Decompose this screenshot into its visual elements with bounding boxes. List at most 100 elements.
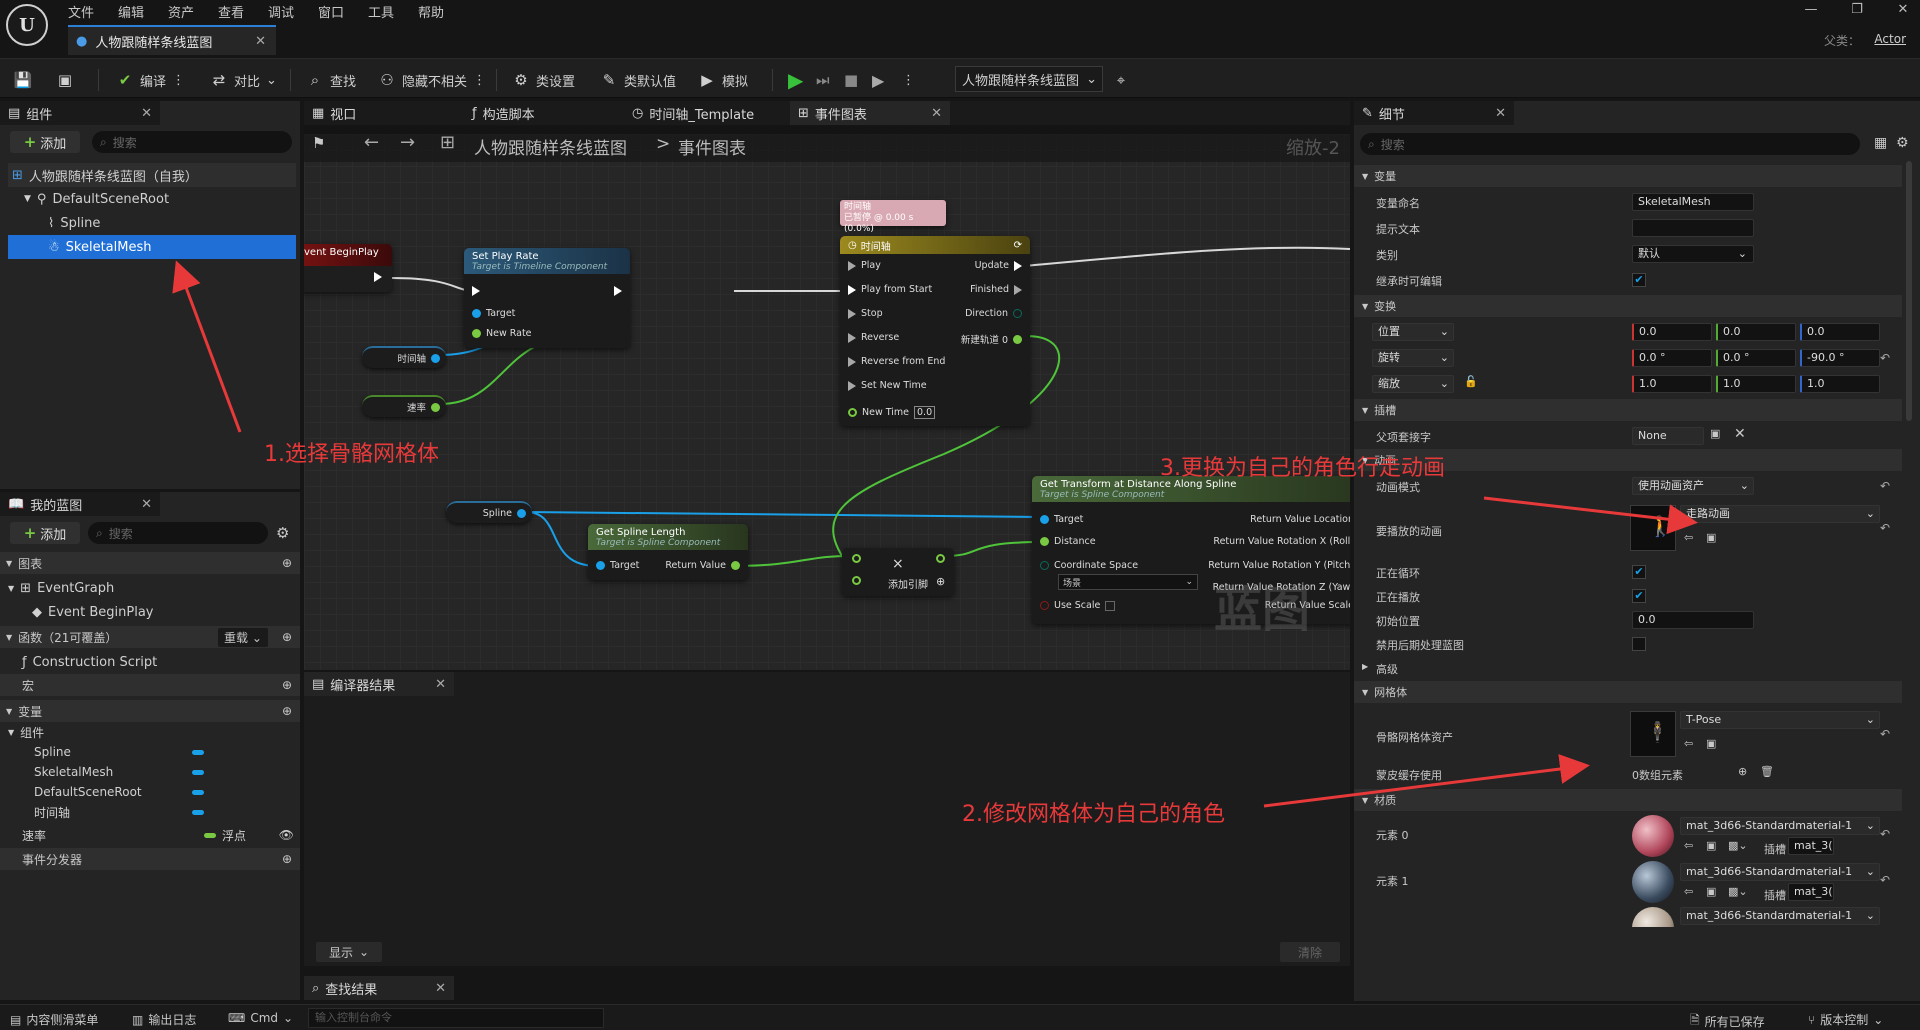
hide-unrelated-button[interactable]: ⚇ 隐藏不相关 ⋮ [378, 68, 486, 92]
debug-object-dropdown[interactable]: 人物跟随样条线蓝图 ⌄ [955, 66, 1103, 92]
close-tab-icon[interactable]: ✕ [435, 981, 446, 996]
reset-arrow-icon[interactable]: ↶ [1880, 727, 1890, 741]
add-pin-label[interactable]: 添加引脚 [888, 576, 928, 591]
cmd-dropdown[interactable]: ⌨ Cmd ⌄ [228, 1011, 293, 1025]
close-tab-icon[interactable]: ✕ [141, 497, 152, 512]
reverse-pin[interactable]: Reverse [848, 332, 899, 343]
play-from-start-pin[interactable]: Play from Start [848, 284, 932, 295]
distance-pin[interactable]: Distance [1040, 536, 1096, 547]
material-thumbnail[interactable] [1632, 861, 1674, 903]
speed-variable-item[interactable]: 速率 浮点 👁 [22, 825, 294, 845]
variable-section-header[interactable]: ▼ 变量 [1354, 165, 1902, 187]
add-pin-icon[interactable]: ⊕ [936, 575, 945, 588]
use-scale-checkbox[interactable] [1105, 600, 1116, 611]
lock-icon[interactable]: 🔓 [1464, 375, 1478, 388]
table-view-icon[interactable]: ▦ [1874, 135, 1887, 151]
set-play-rate-node[interactable]: Set Play Rate Target is Timeline Compone… [464, 248, 630, 348]
add-function-icon[interactable]: ⊕ [282, 630, 292, 644]
timeline-node[interactable]: ◷ 时间轴 ⟳ Play Play from Start Stop Reverse … [840, 236, 1030, 426]
location-x-input[interactable]: 0.0 [1632, 323, 1712, 341]
dispatchers-section-header[interactable]: 事件分发器 ⊕ [0, 848, 300, 870]
play-options-button[interactable]: ⋮ [902, 68, 915, 92]
menu-window[interactable]: 窗口 [318, 2, 344, 21]
details-search-input[interactable]: ⌕ 搜索 [1360, 133, 1860, 155]
trash-icon[interactable]: 🗑 [1760, 765, 1774, 778]
menu-edit[interactable]: 编辑 [118, 2, 144, 21]
disable-post-process-checkbox[interactable] [1632, 637, 1646, 651]
minimize-icon[interactable]: — [1800, 2, 1822, 20]
add-element-icon[interactable]: ⊕ [1738, 765, 1747, 778]
material-dropdown[interactable]: mat_3d66-Standardmaterial-1 ⌄ [1680, 863, 1880, 881]
material-thumbnail[interactable] [1632, 907, 1674, 927]
add-component-button[interactable]: + 添加 [10, 131, 80, 153]
checker-icon[interactable]: ▩⌄ [1728, 839, 1748, 852]
material-dropdown[interactable]: mat_3d66-Standardmaterial-1 ⌄ [1680, 907, 1880, 925]
scale-x-input[interactable]: 1.0 [1632, 375, 1712, 393]
add-macro-icon[interactable]: ⊕ [282, 678, 292, 692]
my-blueprint-search-input[interactable]: ⌕ 搜索 [88, 522, 268, 544]
exec-out-pin[interactable] [614, 286, 622, 296]
content-drawer-button[interactable]: ▤ 内容侧滑菜单 [10, 1011, 98, 1028]
browse-icon[interactable]: ▣ [1706, 885, 1716, 898]
diff-button[interactable]: ⇄ 对比 ⌄ [210, 68, 277, 92]
use-scale-pin[interactable]: Use Scale [1040, 600, 1116, 611]
scale-mode-dropdown[interactable]: 缩放 ⌄ [1372, 375, 1454, 393]
target-pin[interactable]: Target [1040, 514, 1083, 525]
slot-name-input[interactable]: mat_3( [1788, 883, 1834, 901]
close-window-icon[interactable]: ✕ [1892, 2, 1914, 20]
compile-button[interactable]: ✔ 编译 ⋮ [116, 68, 185, 92]
sockets-section-header[interactable]: ▼ 插槽 [1354, 399, 1902, 421]
menu-file[interactable]: 文件 [68, 2, 94, 21]
use-selected-icon[interactable]: ⇦ [1684, 839, 1693, 852]
tooltip-input[interactable] [1632, 219, 1754, 237]
transform-section-header[interactable]: ▼ 变换 [1354, 295, 1902, 317]
exec-out-pin[interactable] [374, 272, 382, 282]
scale-y-input[interactable]: 1.0 [1716, 375, 1796, 393]
location-mode-dropdown[interactable]: 位置 ⌄ [1372, 323, 1454, 341]
variable-item[interactable]: 时间轴 [34, 802, 204, 822]
anim-mode-dropdown[interactable]: 使用动画资产 ⌄ [1632, 477, 1754, 495]
scale-z-input[interactable]: 1.0 [1800, 375, 1880, 393]
browse-icon[interactable]: ▣ [1706, 737, 1716, 750]
spline-variable-node[interactable]: Spline [446, 501, 532, 523]
find-button[interactable]: ⌕ 查找 [306, 68, 356, 92]
class-settings-button[interactable]: ⚙ 类设置 [512, 68, 575, 92]
return-value-pin[interactable]: Return Value [665, 560, 740, 571]
more-options-icon[interactable]: ⋮ [473, 73, 486, 88]
anim-asset-dropdown[interactable]: 走路动画 ⌄ [1680, 505, 1880, 523]
coordinate-space-pin[interactable]: Coordinate Space [1040, 560, 1138, 571]
variables-section-header[interactable]: ▼ 变量 ⊕ [0, 700, 300, 722]
menu-debug[interactable]: 调试 [268, 2, 294, 21]
advanced-row[interactable]: ▶ 高级 [1354, 657, 1902, 679]
debug-find-button[interactable]: ⌖ [1112, 68, 1130, 92]
rotation-x-input[interactable]: 0.0 ° [1632, 349, 1712, 367]
tab-event-graph[interactable]: ⊞ 事件图表 ✕ [790, 101, 950, 125]
add-dispatcher-icon[interactable]: ⊕ [282, 852, 292, 866]
components-tab[interactable]: ▤ 组件 ✕ [0, 101, 160, 125]
tab-construction-script[interactable]: ƒ 构造脚本 [464, 101, 614, 125]
breadcrumb-root[interactable]: 人物跟随样条线蓝图 [474, 134, 627, 159]
document-tab[interactable]: ● 人物跟随样条线蓝图 ✕ [68, 25, 276, 55]
compile-options-icon[interactable]: ⋮ [172, 73, 185, 88]
find-results-tab[interactable]: ⌕ 查找结果 ✕ [304, 976, 454, 1000]
multiply-node[interactable]: × 添加引脚 ⊕ [842, 548, 954, 596]
new-time-pin[interactable]: New Time 0.0 [848, 406, 936, 419]
clear-icon[interactable]: ✕ [1734, 426, 1746, 442]
use-selected-icon[interactable]: ⇦ [1684, 737, 1693, 750]
editable-checkbox[interactable]: ✔ [1632, 273, 1646, 287]
finished-pin[interactable]: Finished [970, 284, 1022, 295]
close-tab-icon[interactable]: ✕ [435, 677, 446, 692]
back-arrow-icon[interactable]: ← [364, 132, 379, 153]
set-new-time-pin[interactable]: Set New Time [848, 380, 927, 391]
tree-item-self[interactable]: ⊞ 人物跟随样条线蓝图（自我） [8, 163, 296, 187]
close-tab-icon[interactable]: ✕ [931, 106, 942, 121]
mesh-thumbnail[interactable]: 🕴 [1630, 711, 1676, 757]
location-z-input[interactable]: 0.0 [1800, 323, 1880, 341]
get-spline-length-node[interactable]: Get Spline Length Target is Spline Compo… [588, 524, 748, 580]
tree-item-spline[interactable]: ⌇ Spline [8, 211, 296, 235]
rotation-z-input[interactable]: -90.0 ° [1800, 349, 1880, 367]
anim-thumbnail[interactable]: 🚶 [1630, 505, 1676, 551]
rotation-mode-dropdown[interactable]: 旋转 ⌄ [1372, 349, 1454, 367]
reset-arrow-icon[interactable]: ↶ [1880, 873, 1890, 887]
new-rate-pin[interactable]: New Rate [472, 328, 532, 339]
